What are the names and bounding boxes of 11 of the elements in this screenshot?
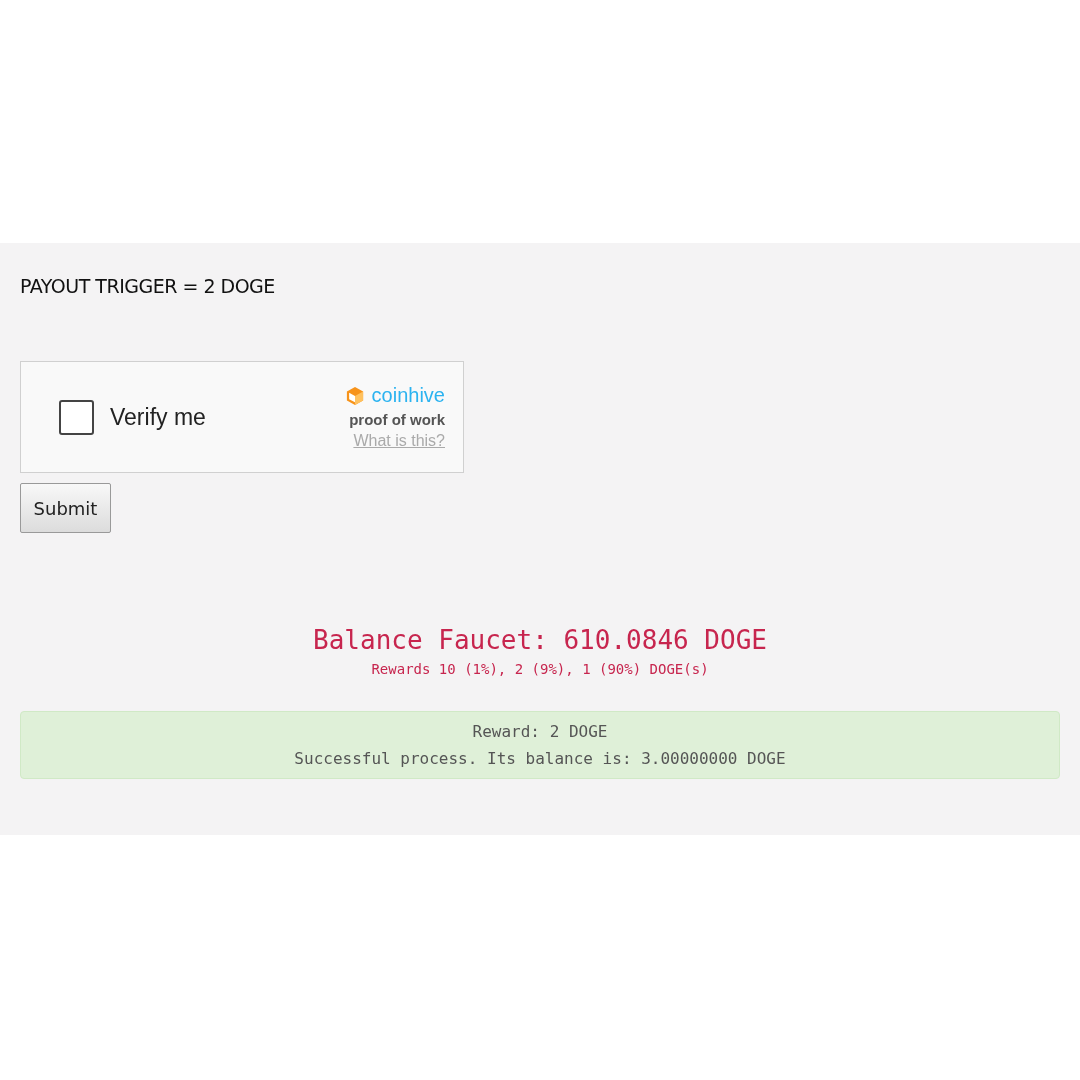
alert-message: Successful process. Its balance is: 3.00000000 DOGE — [294, 749, 786, 768]
tagline: proof of work — [349, 411, 445, 428]
verify-label: Verify me — [110, 403, 206, 431]
payout-trigger-text: PAYOUT TRIGGER = 2 DOGE — [20, 275, 275, 297]
alert-message: Reward: 2 DOGE — [472, 722, 608, 741]
balance-text: Balance Faucet: 610.0846 DOGE — [313, 625, 767, 655]
rewards-text: Rewards 10 (1%), 2 (9%), 1 (90%) DOGE(s) — [371, 661, 709, 677]
brand-name: coinhive — [371, 384, 445, 407]
cube-icon — [345, 385, 364, 406]
submit-button[interactable]: Submit — [20, 483, 111, 533]
checkbox[interactable] — [59, 399, 94, 435]
